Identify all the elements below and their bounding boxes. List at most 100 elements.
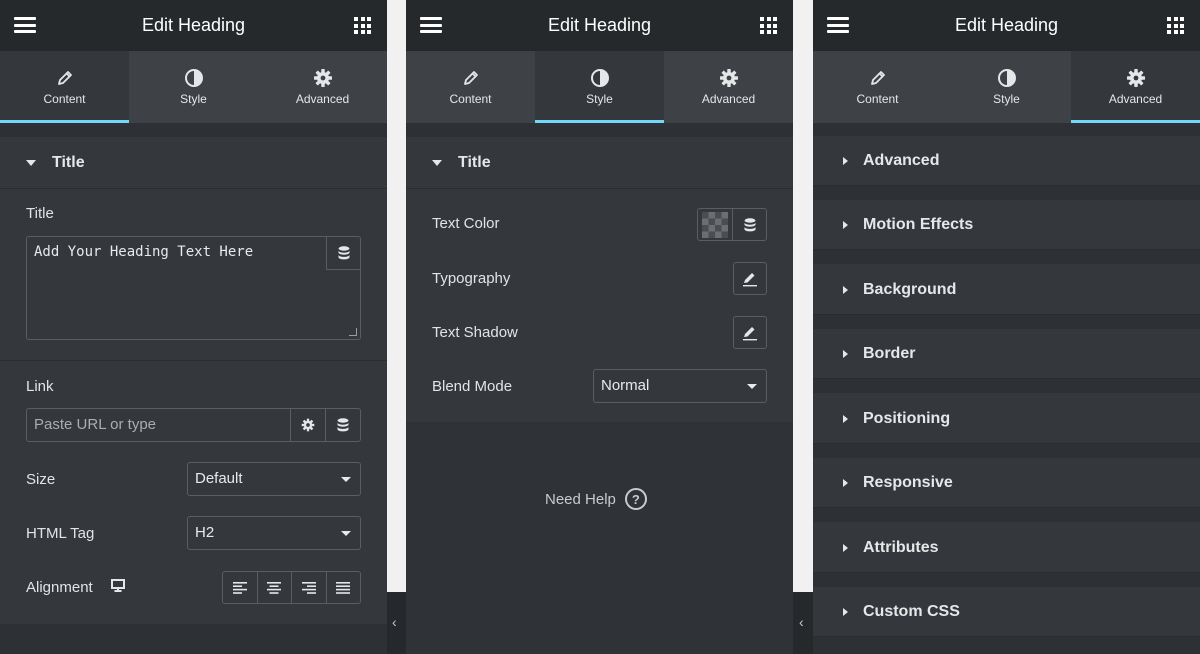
section-motion-effects-toggle[interactable]: Motion Effects — [813, 200, 1200, 250]
half-circle-icon — [184, 68, 204, 88]
half-circle-icon — [997, 68, 1017, 88]
tab-content[interactable]: Content — [406, 51, 535, 123]
panel-header: Edit Heading — [0, 0, 387, 51]
tab-content[interactable]: Content — [0, 51, 129, 123]
tab-label: Style — [993, 92, 1020, 106]
transparent-checker-icon — [702, 211, 728, 238]
tab-advanced[interactable]: Advanced — [258, 51, 387, 123]
caret-right-icon — [843, 285, 848, 294]
section-border-toggle[interactable]: Border — [813, 329, 1200, 379]
caret-right-icon — [843, 607, 848, 616]
section-attributes-toggle[interactable]: Attributes — [813, 523, 1200, 573]
panel-header: Edit Heading — [813, 0, 1200, 51]
caret-right-icon — [843, 156, 848, 165]
align-center-button[interactable] — [256, 572, 292, 603]
section-background-toggle[interactable]: Background — [813, 265, 1200, 315]
caret-right-icon — [843, 349, 848, 358]
section-title-toggle[interactable]: Title — [406, 137, 793, 189]
tab-label: Style — [180, 92, 207, 106]
typography-label: Typography — [432, 270, 511, 287]
typography-edit-button[interactable] — [733, 262, 767, 295]
section-title-toggle[interactable]: Title — [0, 137, 387, 189]
caret-down-icon — [341, 531, 351, 536]
align-left-button[interactable] — [223, 572, 257, 603]
pencil-icon — [56, 68, 74, 88]
desktop-monitor-icon[interactable] — [111, 579, 125, 598]
half-circle-icon — [590, 68, 610, 88]
align-center-icon — [267, 581, 282, 594]
tab-label: Style — [586, 92, 613, 106]
tab-label: Content — [856, 92, 899, 106]
text-shadow-edit-button[interactable] — [733, 316, 767, 349]
gear-icon — [719, 68, 739, 88]
tab-advanced[interactable]: Advanced — [664, 51, 793, 123]
database-icon — [338, 246, 349, 260]
size-select-value: Default — [195, 470, 243, 487]
html-tag-field-label: HTML Tag — [26, 525, 95, 542]
section-responsive-toggle[interactable]: Responsive — [813, 458, 1200, 508]
chevron-left-icon: ‹ — [799, 614, 804, 630]
tab-label: Content — [43, 92, 86, 106]
title-textarea-value: Add Your Heading Text Here — [34, 244, 254, 260]
dynamic-tags-button[interactable] — [326, 237, 360, 270]
panel-tabs: Content Style Advanced — [813, 51, 1200, 123]
gear-icon — [301, 418, 315, 432]
need-help-link[interactable]: Need Help ? — [545, 488, 647, 510]
gear-icon — [313, 68, 333, 88]
blend-mode-label: Blend Mode — [432, 378, 513, 395]
tab-label: Advanced — [1108, 92, 1163, 106]
blend-mode-select-value: Normal — [601, 377, 650, 394]
color-picker-button[interactable] — [698, 209, 733, 240]
panel-gap — [793, 0, 813, 654]
align-right-button[interactable] — [291, 572, 326, 603]
caret-down-icon — [26, 159, 36, 166]
size-select[interactable]: Default — [187, 462, 361, 496]
database-icon — [744, 217, 755, 231]
section-advanced-toggle[interactable]: Advanced — [813, 136, 1200, 186]
pencil-icon — [743, 272, 757, 286]
section-positioning-toggle[interactable]: Positioning — [813, 394, 1200, 444]
widgets-grid-icon[interactable] — [760, 17, 777, 34]
link-options-button[interactable] — [290, 409, 325, 441]
tab-advanced[interactable]: Advanced — [1071, 51, 1200, 123]
tab-style[interactable]: Style — [942, 51, 1071, 123]
align-justify-button[interactable] — [325, 572, 361, 603]
tab-label: Advanced — [701, 92, 756, 106]
link-url-placeholder: Paste URL or type — [34, 416, 156, 433]
blend-mode-select[interactable]: Normal — [593, 369, 767, 403]
caret-down-icon — [432, 159, 442, 166]
hamburger-menu-icon[interactable] — [827, 17, 849, 33]
widgets-grid-icon[interactable] — [1167, 17, 1184, 34]
database-icon — [337, 418, 349, 432]
section-custom-css-toggle[interactable]: Custom CSS — [813, 587, 1200, 637]
hamburger-menu-icon[interactable] — [420, 17, 442, 33]
title-textarea[interactable]: Add Your Heading Text Here — [26, 236, 361, 340]
link-field-label: Link — [26, 378, 54, 395]
pencil-icon — [869, 68, 887, 88]
panel-title: Edit Heading — [954, 15, 1059, 35]
panel-tabs: Content Style Advanced — [406, 51, 793, 123]
link-url-input[interactable]: Paste URL or type — [26, 408, 361, 442]
tab-label: Advanced — [295, 92, 350, 106]
pencil-icon — [462, 68, 480, 88]
dynamic-tags-button[interactable] — [733, 209, 766, 240]
html-tag-select[interactable]: H2 — [187, 516, 361, 550]
caret-right-icon — [843, 543, 848, 552]
title-field-label: Title — [26, 205, 54, 222]
caret-down-icon — [341, 477, 351, 482]
dynamic-tags-button[interactable] — [325, 409, 360, 441]
pencil-icon — [743, 326, 757, 340]
widgets-grid-icon[interactable] — [354, 17, 371, 34]
text-shadow-label: Text Shadow — [432, 324, 518, 341]
panel-gap — [387, 0, 406, 654]
tab-style[interactable]: Style — [535, 51, 664, 123]
hamburger-menu-icon[interactable] — [14, 17, 36, 33]
align-left-icon — [232, 581, 247, 594]
gear-icon — [1126, 68, 1146, 88]
align-justify-icon — [336, 581, 351, 594]
tab-content[interactable]: Content — [813, 51, 942, 123]
tab-style[interactable]: Style — [129, 51, 258, 123]
caret-right-icon — [843, 414, 848, 423]
resize-handle-icon[interactable] — [349, 328, 357, 336]
caret-right-icon — [843, 478, 848, 487]
